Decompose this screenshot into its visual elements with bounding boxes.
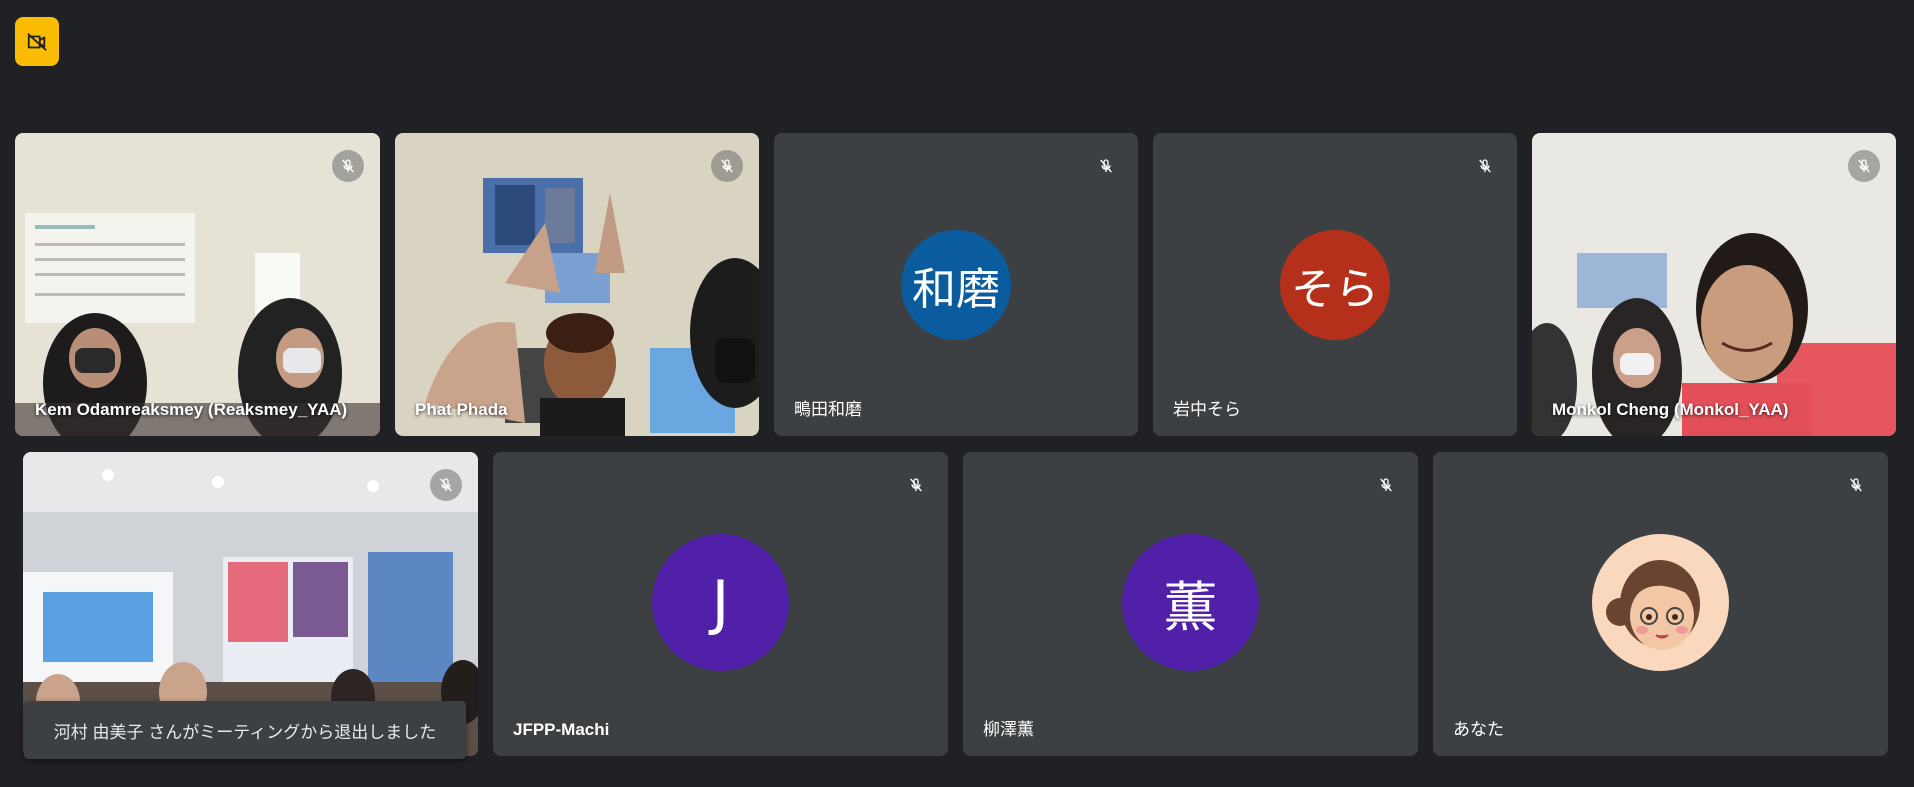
participant-video [15,133,380,436]
participant-name: あなた [1453,720,1504,739]
mic-off-icon [1370,469,1402,501]
participant-tile-3[interactable]: そら 岩中そら [1153,133,1517,436]
participant-video [395,133,759,436]
participant-avatar: そら [1280,230,1390,340]
participant-name: Phat Phada [415,400,508,419]
participant-tile-6[interactable]: J JFPP-Machi [493,452,948,756]
participant-name: 柳澤薫 [983,720,1034,739]
mic-off-icon [900,469,932,501]
mic-off-icon [332,150,364,182]
participant-avatar-illustration [1592,534,1729,671]
camera-off-button[interactable] [15,17,59,66]
participant-tile-8[interactable]: あなた [1433,452,1888,756]
participant-name: Kem Odamreaksmey (Reaksmey_YAA) [35,400,348,419]
mic-off-icon [1469,150,1501,182]
participant-avatar: 薫 [1122,534,1259,671]
participant-name: Monkol Cheng (Monkol_YAA) [1552,400,1789,419]
participant-tile-2[interactable]: 和磨 鴫田和磨 [774,133,1138,436]
mic-off-icon [430,469,462,501]
participant-name: JFPP-Machi [513,720,610,739]
participant-avatar: J [652,534,789,671]
leave-notification: 河村 由美子 さんがミーティングから退出しました [24,701,466,759]
mic-off-icon [1090,150,1122,182]
participant-tile-4[interactable]: Monkol Cheng (Monkol_YAA) [1532,133,1896,436]
participant-tile-1[interactable]: Phat Phada [395,133,759,436]
participant-video [1532,133,1896,436]
participant-name: 鴫田和磨 [794,400,862,419]
participant-tile-7[interactable]: 薫 柳澤薫 [963,452,1418,756]
mic-off-icon [711,150,743,182]
participant-avatar: 和磨 [901,230,1011,340]
participant-tile-0[interactable]: Kem Odamreaksmey (Reaksmey_YAA) [15,133,380,436]
mic-off-icon [1848,150,1880,182]
notification-text: 河村 由美子 さんがミーティングから退出しました [53,722,437,742]
mic-off-icon [1840,469,1872,501]
camera-off-icon [26,31,48,53]
participant-name: 岩中そら [1173,400,1241,419]
